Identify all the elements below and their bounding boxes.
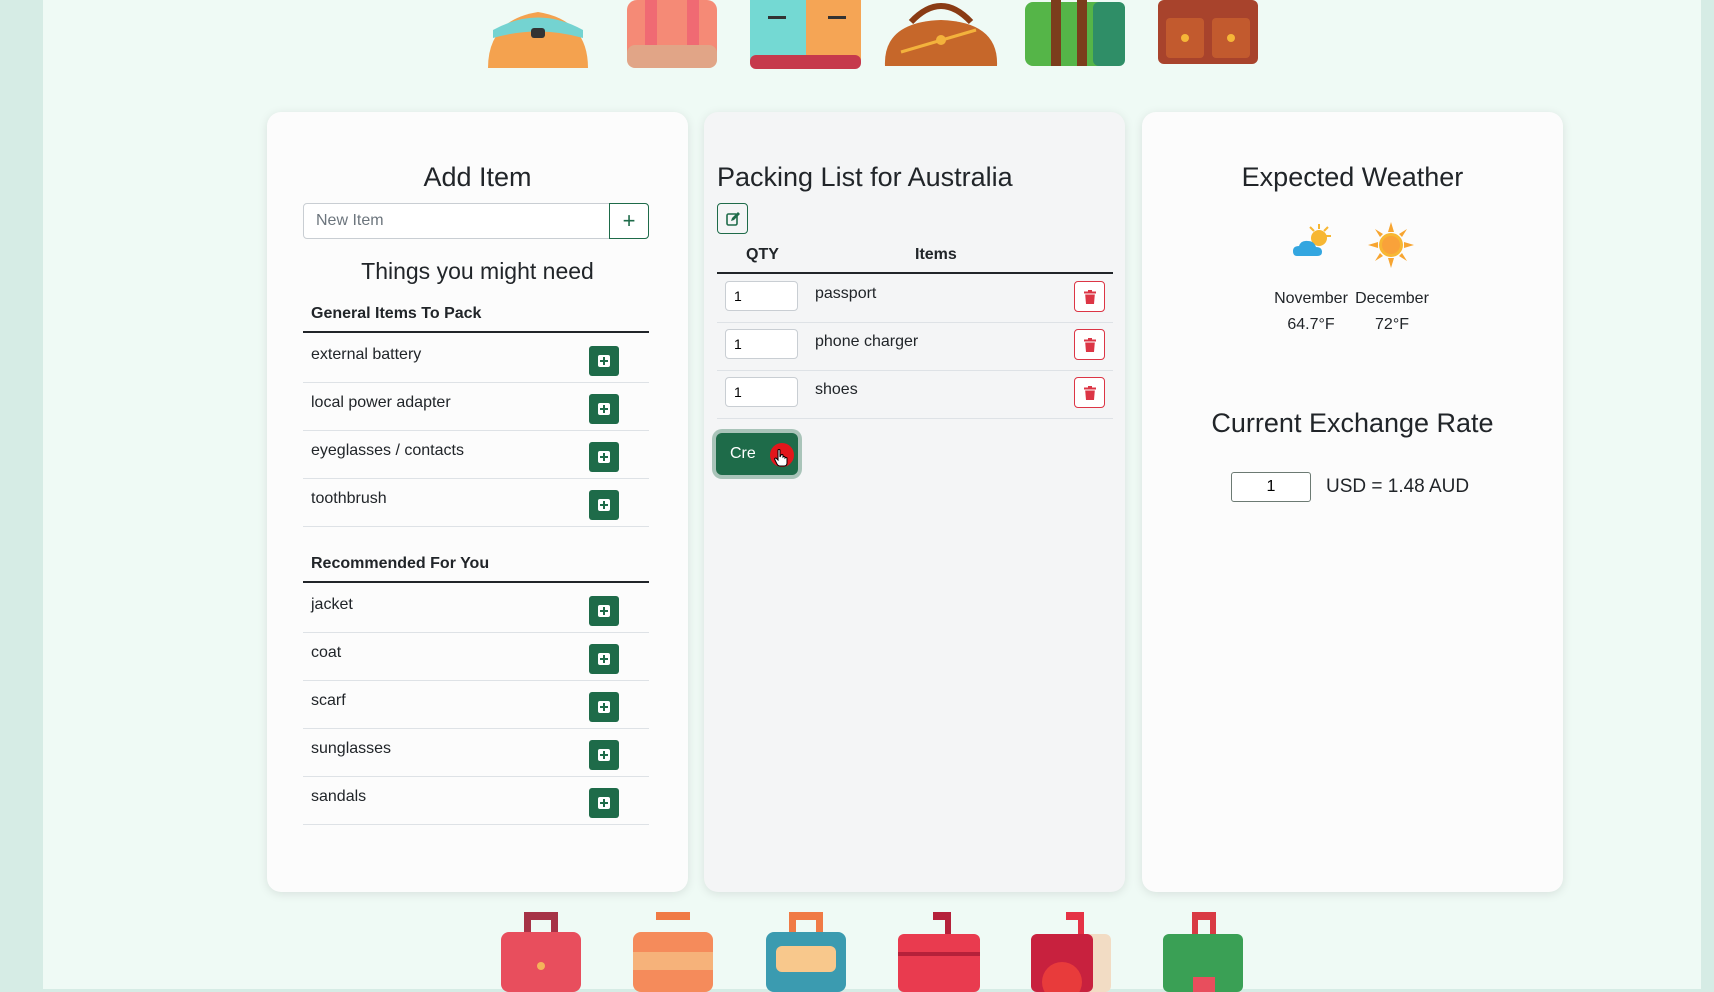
exchange-title: Current Exchange Rate: [1211, 408, 1494, 438]
item-name: phone charger: [815, 333, 919, 350]
new-item-input[interactable]: [304, 204, 609, 238]
weather-month: December: [1355, 290, 1429, 307]
packing-list-card: Packing List for Australia QTY Items pas…: [704, 112, 1125, 892]
add-new-item-button[interactable]: +: [609, 203, 649, 239]
general-items-list: external battery local power adapter eye…: [303, 335, 649, 527]
create-button-label: Cre: [730, 445, 756, 462]
delete-item-button[interactable]: [1074, 377, 1105, 408]
rolling-suitcase-illustration-orange: [628, 912, 718, 992]
rolling-suitcase-illustration-beige: [1026, 912, 1116, 992]
add-to-list-button[interactable]: [589, 740, 619, 770]
trash-icon: [1083, 337, 1096, 352]
suitcase-illustration-teal: [748, 0, 863, 70]
plus-square-icon: [598, 701, 610, 713]
table-row: passport: [717, 274, 1113, 323]
plus-square-icon: [598, 749, 610, 761]
recommended-heading: Recommended For You: [303, 555, 649, 583]
list-item: coat: [303, 633, 649, 681]
list-item: local power adapter: [303, 383, 649, 431]
add-to-list-button[interactable]: [589, 788, 619, 818]
page: Add Item + Things you might need General…: [43, 0, 1701, 992]
list-item: eyeglasses / contacts: [303, 431, 649, 479]
item-name: shoes: [815, 381, 858, 398]
list-item: sunglasses: [303, 729, 649, 777]
weather-temp: 64.7°F: [1287, 316, 1335, 333]
edit-title-button[interactable]: [717, 203, 748, 234]
general-items-heading: General Items To Pack: [303, 305, 649, 333]
weather-month: November: [1274, 290, 1348, 307]
plus-square-icon: [598, 605, 610, 617]
rolling-suitcase-illustration-green: [1158, 912, 1248, 992]
new-item-group: +: [303, 203, 649, 239]
add-to-list-button[interactable]: [589, 346, 619, 376]
add-to-list-button[interactable]: [589, 394, 619, 424]
add-to-list-button[interactable]: [589, 596, 619, 626]
plus-square-icon: [598, 451, 610, 463]
rolling-suitcase-illustration-crimson: [893, 912, 983, 992]
item-name: passport: [815, 285, 877, 302]
qty-column-header: QTY: [746, 246, 779, 263]
weather-title: Expected Weather: [1241, 162, 1464, 192]
list-item: toothbrush: [303, 479, 649, 527]
trash-icon: [1083, 385, 1096, 400]
luggage-illustration-brown: [1156, 0, 1261, 70]
item-label: eyeglasses / contacts: [311, 442, 464, 459]
list-item: scarf: [303, 681, 649, 729]
add-to-list-button[interactable]: [589, 442, 619, 472]
add-to-list-button[interactable]: [589, 692, 619, 722]
backpack-illustration-green: [1023, 0, 1128, 70]
rolling-suitcase-illustration-red: [496, 912, 586, 992]
add-to-list-button[interactable]: [589, 490, 619, 520]
duffel-illustration-brown: [881, 0, 1001, 70]
add-to-list-button[interactable]: [589, 644, 619, 674]
add-item-card: Add Item + Things you might need General…: [267, 112, 688, 892]
qty-input[interactable]: [725, 377, 798, 407]
info-card: Expected Weather November 64.7°F Decembe…: [1142, 112, 1563, 892]
bag-illustration-teal: [483, 0, 593, 70]
rolling-suitcase-illustration-teal: [761, 912, 851, 992]
trash-icon: [1083, 289, 1096, 304]
item-label: toothbrush: [311, 490, 387, 507]
qty-input[interactable]: [725, 281, 798, 311]
partly-cloudy-icon: [1293, 224, 1331, 256]
usd-amount-input[interactable]: [1231, 472, 1311, 502]
delete-item-button[interactable]: [1074, 329, 1105, 360]
weather-temp: 72°F: [1375, 316, 1409, 333]
item-label: sandals: [311, 788, 367, 805]
plus-square-icon: [598, 403, 610, 415]
item-label: sunglasses: [311, 740, 392, 757]
packing-list-title: Packing List for Australia: [717, 162, 1013, 192]
item-label: external battery: [311, 346, 422, 363]
delete-item-button[interactable]: [1074, 281, 1105, 312]
exchange-rate-text: USD = 1.48 AUD: [1326, 476, 1470, 497]
plus-icon: +: [622, 208, 636, 233]
edit-icon: [725, 211, 740, 226]
items-column-header: Items: [915, 246, 957, 263]
item-label: jacket: [311, 596, 353, 613]
backpack-illustration-pink: [625, 0, 720, 70]
plus-square-icon: [598, 797, 610, 809]
list-item: sandals: [303, 777, 649, 825]
list-item: external battery: [303, 335, 649, 383]
table-row: shoes: [717, 370, 1113, 419]
table-row: phone charger: [717, 322, 1113, 371]
sun-icon: [1368, 222, 1414, 268]
add-item-title: Add Item: [423, 162, 532, 192]
item-label: scarf: [311, 692, 346, 709]
hand-cursor-icon: [774, 449, 788, 467]
plus-square-icon: [598, 499, 610, 511]
create-button[interactable]: Cre: [716, 433, 798, 475]
item-label: coat: [311, 644, 342, 661]
item-label: local power adapter: [311, 394, 451, 411]
plus-square-icon: [598, 653, 610, 665]
suggestions-title: Things you might need: [361, 258, 594, 284]
list-item: jacket: [303, 585, 649, 633]
packing-table-header: QTY Items: [717, 242, 1113, 274]
plus-square-icon: [598, 355, 610, 367]
recommended-list: jacket coat scarf sunglasses sandals: [303, 585, 649, 825]
qty-input[interactable]: [725, 329, 798, 359]
